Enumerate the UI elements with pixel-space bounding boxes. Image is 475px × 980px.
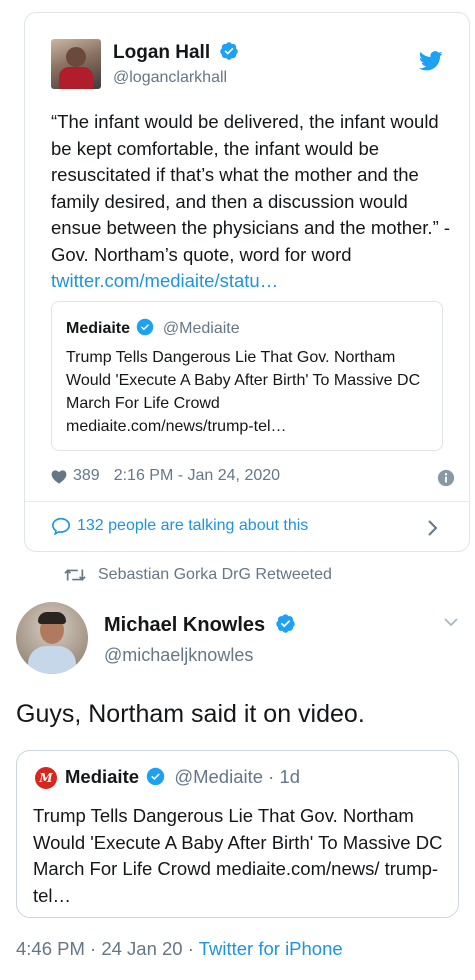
chevron-right-icon[interactable] bbox=[427, 519, 439, 537]
verified-badge-icon bbox=[146, 767, 165, 786]
tweet-time[interactable]: 4:46 PM · 24 Jan 20 · bbox=[16, 938, 199, 959]
quoted-author-name: Mediaite bbox=[66, 320, 131, 337]
quoted-tweet-link[interactable]: mediaite.com/news/trump-tel… bbox=[66, 415, 436, 438]
tweet-meta: 389 2:16 PM - Jan 24, 2020 bbox=[51, 467, 280, 485]
tweet-link[interactable]: twitter.com/mediaite/statu… bbox=[51, 270, 278, 291]
quoted-tweet-card[interactable]: Mediaite @Mediaite Trump Tells Dangerous… bbox=[51, 301, 443, 451]
quoted-tweet-text: Trump Tells Dangerous Lie That Gov. Nort… bbox=[33, 805, 443, 906]
verified-badge-icon bbox=[220, 42, 239, 60]
author-name[interactable]: Michael Knowles bbox=[104, 614, 265, 636]
quoted-author-handle: @Mediaite bbox=[162, 320, 240, 337]
divider bbox=[25, 501, 469, 502]
tweet-text: “The infant would be delivered, the infa… bbox=[51, 111, 451, 291]
speech-bubble-icon bbox=[51, 517, 71, 535]
retweet-icon bbox=[64, 569, 86, 581]
conversation-link[interactable]: 132 people are talking about this bbox=[51, 517, 308, 535]
verified-badge-icon bbox=[137, 318, 154, 336]
embedded-tweet-card[interactable]: Logan Hall @loganclarkhall “The infant w… bbox=[24, 12, 470, 552]
avatar[interactable] bbox=[51, 39, 101, 89]
like-count[interactable]: 389 bbox=[73, 467, 100, 485]
retweet-context: Sebastian Gorka DrG Retweeted bbox=[64, 566, 332, 584]
verified-badge-icon bbox=[276, 614, 295, 633]
quoted-tweet-text: Trump Tells Dangerous Lie That Gov. Nort… bbox=[66, 346, 436, 438]
tweet-source-link[interactable]: Twitter for iPhone bbox=[199, 938, 343, 959]
info-icon[interactable] bbox=[437, 469, 455, 487]
avatar[interactable] bbox=[16, 602, 88, 674]
quoted-author-handle: @Mediaite · 1d bbox=[174, 766, 301, 787]
chevron-down-icon[interactable] bbox=[443, 616, 459, 628]
mediaite-logo-icon: M bbox=[35, 767, 57, 789]
quoted-author-name: Mediaite bbox=[65, 766, 140, 787]
author-name[interactable]: Logan Hall bbox=[113, 42, 210, 63]
author-handle[interactable]: @michaeljknowles bbox=[104, 645, 253, 666]
tweet-footer: 4:46 PM · 24 Jan 20 · Twitter for iPhone bbox=[16, 938, 343, 960]
quoted-tweet-card[interactable]: M Mediaite @Mediaite · 1d Trump Tells Da… bbox=[16, 750, 459, 918]
twitter-bird-icon[interactable] bbox=[419, 51, 443, 71]
heart-icon[interactable] bbox=[51, 469, 67, 484]
tweet-timestamp[interactable]: 2:16 PM - Jan 24, 2020 bbox=[114, 467, 280, 485]
tweet-text: Guys, Northam said it on video. bbox=[16, 700, 365, 728]
author-handle[interactable]: @loganclarkhall bbox=[113, 69, 227, 87]
